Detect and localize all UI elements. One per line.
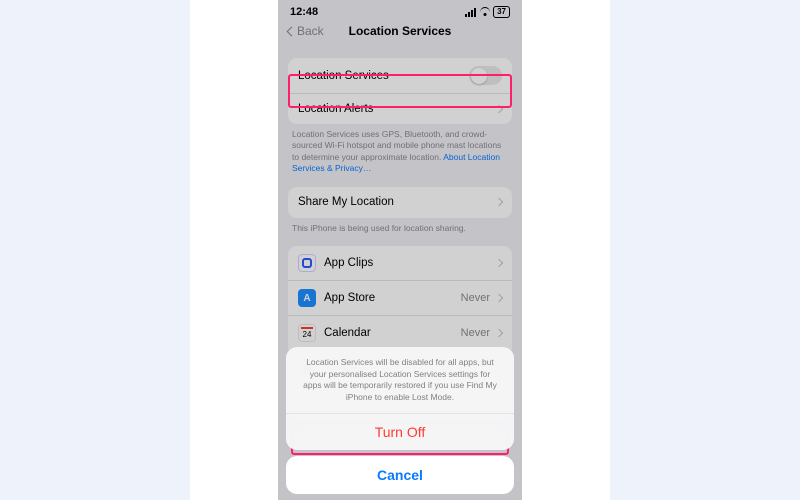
group-share-location: Share My Location xyxy=(288,187,512,218)
chevron-right-icon xyxy=(495,294,503,302)
battery-icon: 37 xyxy=(493,6,510,18)
chevron-right-icon xyxy=(495,259,503,267)
app-clips-icon xyxy=(298,254,316,272)
chevron-right-icon xyxy=(495,329,503,337)
action-sheet: Location Services will be disabled for a… xyxy=(286,347,514,494)
turn-off-button[interactable]: Turn Off xyxy=(286,413,514,450)
wifi-icon xyxy=(479,8,490,16)
back-label: Back xyxy=(297,24,324,38)
row-location-services[interactable]: Location Services xyxy=(288,58,512,93)
group-location-services: Location Services Location Alerts xyxy=(288,58,512,124)
chevron-left-icon xyxy=(287,26,297,36)
calendar-icon xyxy=(298,324,316,342)
phone-screen: 12:48 37 Back Location Services Location… xyxy=(278,0,522,500)
chevron-right-icon xyxy=(495,105,503,113)
row-label: App Clips xyxy=(324,257,490,269)
row-label: Calendar xyxy=(324,327,461,339)
nav-bar: Back Location Services xyxy=(278,20,522,46)
row-location-alerts[interactable]: Location Alerts xyxy=(288,93,512,124)
row-app-clips[interactable]: App Clips xyxy=(288,246,512,280)
signal-icon xyxy=(465,8,476,17)
share-footer: This iPhone is being used for location s… xyxy=(278,218,522,234)
row-share-location[interactable]: Share My Location xyxy=(288,187,512,218)
highlight-annotation xyxy=(288,74,512,108)
row-label: Location Services xyxy=(298,70,469,82)
toggle-off-icon[interactable] xyxy=(469,66,502,85)
cancel-button[interactable]: Cancel xyxy=(286,456,514,494)
row-label: App Store xyxy=(324,292,461,304)
row-calendar[interactable]: Calendar Never xyxy=(288,315,512,350)
sheet-message: Location Services will be disabled for a… xyxy=(286,347,514,413)
page-title: Location Services xyxy=(278,24,522,38)
privacy-link[interactable]: About Location Services & Privacy… xyxy=(292,152,500,173)
row-label: Location Alerts xyxy=(298,103,496,115)
explain-footer: Location Services uses GPS, Bluetooth, a… xyxy=(278,124,522,175)
app-store-icon xyxy=(298,289,316,307)
chevron-right-icon xyxy=(495,198,503,206)
row-label: Share My Location xyxy=(298,196,496,208)
status-bar: 12:48 37 xyxy=(278,0,522,20)
row-app-store[interactable]: App Store Never xyxy=(288,280,512,315)
row-value: Never xyxy=(461,292,490,304)
status-time: 12:48 xyxy=(290,6,318,18)
row-value: Never xyxy=(461,327,490,339)
back-button[interactable]: Back xyxy=(288,24,324,38)
